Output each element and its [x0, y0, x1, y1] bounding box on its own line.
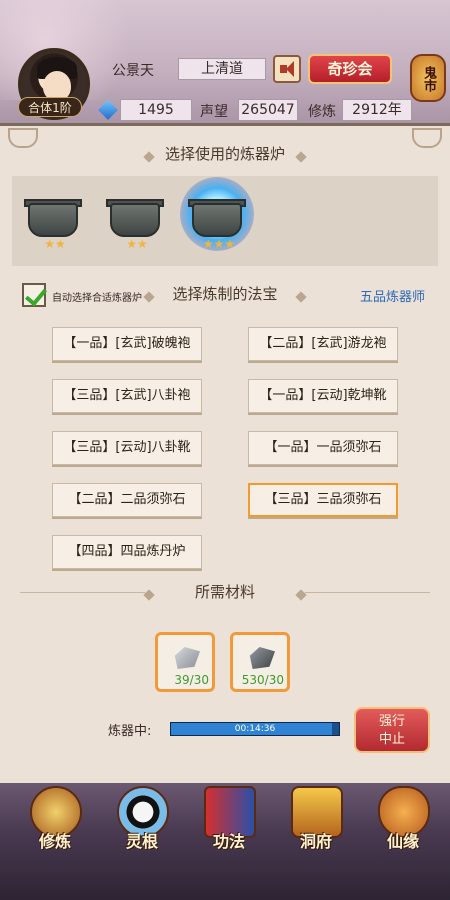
nav-label: 洞府 — [299, 832, 332, 851]
reputation-label: 声望 — [200, 104, 228, 120]
star-rating: ★★ — [126, 237, 148, 251]
panel-corner-decoration — [412, 128, 442, 148]
progress-time: 00:14:36 — [234, 724, 276, 734]
player-name: 公景天 — [112, 63, 154, 79]
furnace-pot — [110, 203, 160, 237]
star-rating: ★★ — [44, 237, 66, 251]
auto-select-label: 自动选择合适炼器炉 — [52, 293, 142, 304]
refining-progress-bar: 00:14:36 — [170, 722, 340, 736]
cultivation-label: 修炼 — [308, 104, 336, 120]
treasure-item[interactable]: 【二品】[玄武]游龙袍 — [248, 327, 398, 361]
treasure-item[interactable]: 【一品】[玄武]破魄袍 — [52, 327, 202, 361]
materials-section-title: 所需材料 — [145, 580, 305, 604]
stop-button-line1: 强行 — [378, 714, 405, 729]
nav-label: 灵根 — [125, 832, 158, 851]
treasure-item[interactable]: 【四品】四品炼丹炉 — [52, 535, 202, 569]
progress-label: 炼器中: — [108, 724, 152, 739]
treasure-item[interactable]: 【一品】[云动]乾坤靴 — [248, 379, 398, 413]
material-quantity: 39/30 — [174, 673, 209, 687]
force-stop-button[interactable]: 强行 中止 — [354, 707, 430, 753]
nav-label: 功法 — [212, 832, 245, 851]
furnace-option-selected[interactable]: ★★★ — [186, 195, 248, 253]
nav-spirit-root[interactable]: 灵根 — [107, 786, 177, 856]
star-rating: ★★★ — [202, 237, 236, 251]
treasure-item[interactable]: 【三品】[云动]八卦靴 — [52, 431, 202, 465]
treasure-item[interactable]: 【二品】二品须弥石 — [52, 483, 202, 517]
nav-immortal-fate[interactable]: 仙缘 — [368, 786, 438, 856]
auto-select-checkbox[interactable] — [22, 283, 46, 307]
furnace-pot — [192, 203, 242, 237]
furnace-option[interactable]: ★★ — [104, 195, 166, 253]
gem-count: 1495 — [120, 99, 192, 121]
nav-label: 仙缘 — [386, 832, 419, 851]
iron-ore-icon — [249, 647, 275, 669]
crystal-ore-icon — [174, 647, 200, 669]
material-slot[interactable]: 39/30 — [155, 632, 215, 692]
treasure-item-selected[interactable]: 【三品】三品须弥石 — [248, 483, 398, 517]
furnace-pot — [28, 203, 78, 237]
realm-label: 上清道 — [178, 58, 266, 80]
reputation-value: 265047 — [238, 99, 298, 121]
treasure-section-title: 选择炼制的法宝 — [145, 282, 305, 306]
treasure-item[interactable]: 【一品】一品须弥石 — [248, 431, 398, 465]
stop-button-line2: 中止 — [378, 732, 405, 747]
ghost-market-button[interactable]: 鬼市 — [410, 54, 446, 102]
nav-techniques[interactable]: 功法 — [194, 786, 264, 856]
nav-label: 修炼 — [38, 832, 71, 851]
treasure-auction-button[interactable]: 奇珍会 — [308, 54, 392, 84]
treasure-item[interactable]: 【三品】[玄武]八卦袍 — [52, 379, 202, 413]
furnace-section-title: 选择使用的炼器炉 — [145, 142, 305, 166]
material-slot[interactable]: 530/30 — [230, 632, 290, 692]
nav-cultivate[interactable]: 修炼 — [20, 786, 90, 856]
refiner-rank: 五品炼器师 — [360, 290, 426, 305]
furnace-option[interactable]: ★★ — [22, 195, 84, 253]
speaker-icon[interactable] — [273, 55, 301, 83]
nav-cave-dwelling[interactable]: 洞府 — [281, 786, 351, 856]
cultivation-value: 2912年 — [342, 99, 412, 121]
panel-corner-decoration — [8, 128, 38, 148]
material-quantity: 530/30 — [241, 673, 284, 687]
rank-badge: 合体1阶 — [18, 97, 82, 117]
